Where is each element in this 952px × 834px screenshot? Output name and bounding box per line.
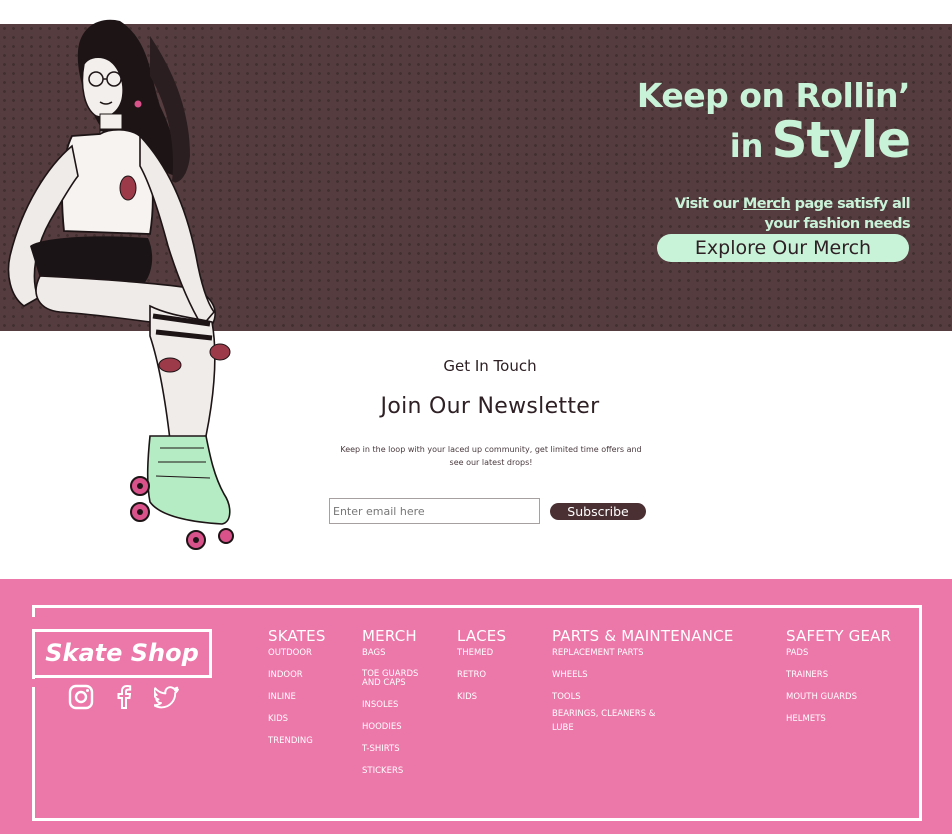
col-title-merch[interactable]: MERCH [362, 626, 434, 646]
hero-text: Keep on Rollin’ in Style Visit our Merch … [490, 76, 911, 234]
link-themed[interactable]: THEMED [457, 648, 506, 658]
link-inline[interactable]: INLINE [268, 692, 326, 702]
link-replacement-parts[interactable]: REPLACEMENT PARTS [552, 648, 734, 658]
frame-gap-top [30, 617, 38, 629]
hero-subtext: Visit our Merch page satisfy all your fa… [490, 194, 911, 234]
link-bags[interactable]: BAGS [362, 648, 434, 658]
footer-col-parts: PARTS & MAINTENANCE REPLACEMENT PARTS WH… [552, 626, 734, 747]
footer: Skate Shop SKATES OUTDOOR INDOOR INLINE … [0, 579, 952, 834]
newsletter-description: Keep in the loop with your laced up comm… [340, 445, 642, 467]
link-hoodies[interactable]: HOODIES [362, 722, 434, 732]
footer-col-safety: SAFETY GEAR PADS TRAINERS MOUTH GUARDS H… [786, 626, 891, 736]
frame-gap-bottom [30, 679, 38, 687]
twitter-icon[interactable] [154, 684, 180, 710]
link-mouth-guards[interactable]: MOUTH GUARDS [786, 692, 891, 702]
link-outdoor[interactable]: OUTDOOR [268, 648, 326, 658]
link-toe-guards[interactable]: TOE GUARDS AND CAPS [362, 670, 434, 688]
col-title-parts[interactable]: PARTS & MAINTENANCE [552, 626, 734, 646]
link-t-shirts[interactable]: T-SHIRTS [362, 744, 434, 754]
link-wheels[interactable]: WHEELS [552, 670, 734, 680]
link-insoles[interactable]: INSOLES [362, 700, 434, 710]
hero-headline-2: in Style [490, 115, 911, 176]
col-title-safety[interactable]: SAFETY GEAR [786, 626, 891, 646]
link-stickers[interactable]: STICKERS [362, 766, 434, 776]
col-title-skates[interactable]: SKATES [268, 626, 326, 646]
social-links [68, 684, 180, 712]
footer-col-laces: LACES THEMED RETRO KIDS [457, 626, 506, 714]
hero-headline: Keep on Rollin’ [636, 76, 911, 115]
skate-shop-logo[interactable]: Skate Shop [32, 629, 212, 678]
hero-headline-style: Style [771, 111, 911, 169]
hero-sub-line2: your fashion needs [764, 216, 911, 232]
newsletter-title: Join Our Newsletter [380, 394, 600, 419]
link-helmets[interactable]: HELMETS [786, 714, 891, 724]
link-trending[interactable]: TRENDING [268, 736, 326, 746]
link-trainers[interactable]: TRAINERS [786, 670, 891, 680]
email-input[interactable] [329, 498, 540, 524]
newsletter-label: Get In Touch [443, 357, 537, 375]
hero-banner: Keep on Rollin’ in Style Visit our Merch … [0, 24, 952, 331]
explore-merch-button[interactable]: Explore Our Merch [657, 234, 909, 262]
link-kids[interactable]: KIDS [268, 714, 326, 724]
hero-headline-in: in [729, 127, 764, 165]
subscribe-button[interactable]: Subscribe [550, 503, 646, 520]
col-title-laces[interactable]: LACES [457, 626, 506, 646]
link-laces-kids[interactable]: KIDS [457, 692, 506, 702]
footer-col-skates: SKATES OUTDOOR INDOOR INLINE KIDS TRENDI… [268, 626, 326, 758]
instagram-icon[interactable] [68, 684, 94, 710]
link-bearings[interactable]: BEARINGS, CLEANERS & LUBE [552, 707, 672, 735]
hero-sub-suffix: page satisfy all [790, 196, 911, 212]
link-tools[interactable]: TOOLS [552, 692, 734, 702]
facebook-icon[interactable] [111, 684, 137, 710]
footer-col-merch: MERCH BAGS TOE GUARDS AND CAPS INSOLES H… [362, 626, 434, 788]
hero-sub-prefix: Visit our [674, 196, 743, 212]
link-pads[interactable]: PADS [786, 648, 891, 658]
merch-link[interactable]: Merch [743, 196, 791, 212]
link-indoor[interactable]: INDOOR [268, 670, 326, 680]
link-retro[interactable]: RETRO [457, 670, 506, 680]
